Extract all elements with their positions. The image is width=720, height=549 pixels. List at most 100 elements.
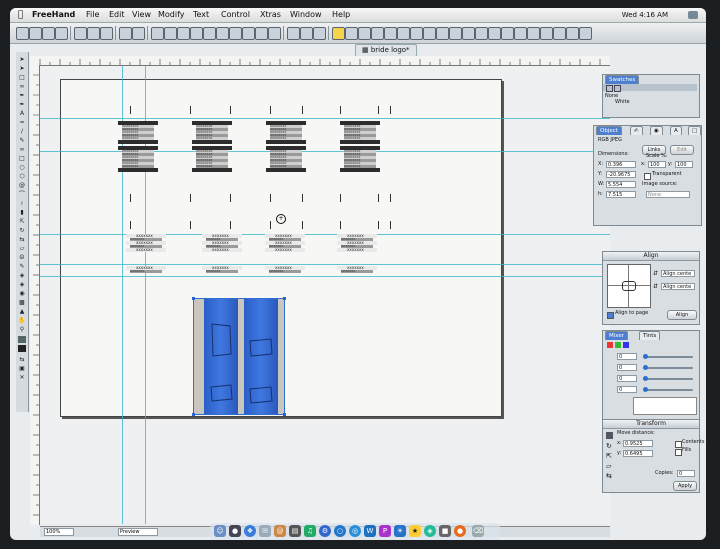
mail-dock-icon[interactable]: ✉ — [259, 525, 271, 537]
black-value-field[interactable]: 0 — [617, 386, 637, 393]
horizontal-ruler[interactable] — [30, 56, 610, 66]
copies-field[interactable]: 0 — [677, 470, 695, 477]
horizontal-align-select[interactable]: Align cente — [661, 270, 695, 277]
swatch-yellow-icon[interactable] — [332, 27, 345, 40]
crop-icon[interactable] — [527, 27, 540, 40]
transform-icon[interactable] — [397, 27, 410, 40]
label-card[interactable]: XXXXXXX XXXXXXX — [126, 266, 166, 273]
rectangle-tool-icon[interactable]: □ — [18, 155, 26, 162]
magenta-value-field[interactable]: 0 — [617, 364, 637, 371]
rgb-mode-icon[interactable] — [615, 342, 621, 348]
selected-photo-image[interactable] — [192, 297, 286, 416]
vertical-align-select[interactable]: Align cente — [661, 283, 695, 290]
skew-tool-icon[interactable]: ▱ — [18, 245, 26, 252]
blend-icon[interactable] — [410, 27, 423, 40]
split-icon[interactable] — [242, 27, 255, 40]
guide-line[interactable] — [40, 276, 610, 277]
fills-checkbox[interactable] — [675, 449, 682, 456]
cyan-slider[interactable] — [643, 354, 693, 359]
lock-icon[interactable] — [255, 27, 268, 40]
redo-icon[interactable] — [132, 27, 145, 40]
stroke-color-icon[interactable] — [18, 336, 26, 343]
tab-swatches[interactable]: Swatches — [605, 75, 640, 84]
move-x-field[interactable]: 0.9525 — [623, 440, 653, 447]
envelope-icon[interactable] — [423, 27, 436, 40]
reflect-tool-icon[interactable]: ⇆ — [18, 236, 26, 243]
sticky-dock-icon[interactable]: ★ — [409, 525, 421, 537]
open-icon[interactable] — [29, 27, 42, 40]
hls-mode-icon[interactable] — [623, 342, 629, 348]
undo-icon[interactable] — [119, 27, 132, 40]
contents-checkbox[interactable] — [675, 441, 682, 448]
guide-line[interactable] — [40, 264, 610, 265]
ical-dock-icon[interactable]: ▤ — [289, 525, 301, 537]
align-right-icon[interactable] — [313, 27, 326, 40]
layers-icon[interactable] — [358, 27, 371, 40]
menu-xtras[interactable]: Xtras — [260, 8, 281, 22]
apple-menu-icon[interactable]:  — [18, 8, 23, 22]
label-card[interactable]: XXXXXXX XXXXXXX XXXXXXX XXXXXXX XXXXXXX — [337, 234, 377, 252]
tab-stroke-icon[interactable]: ✍ — [630, 126, 643, 135]
resize-handle[interactable] — [192, 413, 195, 416]
smudge-tool-icon[interactable]: ▲ — [18, 308, 26, 315]
black-slider[interactable] — [643, 387, 693, 392]
label-card[interactable]: XXXXXXX XXXXXXX — [337, 266, 377, 273]
cut-icon[interactable] — [74, 27, 87, 40]
hand-tool-icon[interactable]: ✋ — [18, 317, 26, 324]
system-prefs-dock-icon[interactable]: ⚙ — [319, 525, 331, 537]
align-left-icon[interactable] — [287, 27, 300, 40]
graphic-hose-icon[interactable]: ◈ — [18, 281, 26, 288]
align-center-icon[interactable] — [300, 27, 313, 40]
trash-dock-icon[interactable]: ⌫ — [472, 525, 484, 537]
scale-tool-icon[interactable]: ⇱ — [18, 218, 26, 225]
transparency-icon[interactable] — [540, 27, 553, 40]
group-icon[interactable] — [177, 27, 190, 40]
zoom-tool-icon[interactable]: ⚲ — [18, 326, 26, 333]
send-back-icon[interactable] — [216, 27, 229, 40]
scale-y-field[interactable]: 100 — [675, 161, 693, 168]
tab-mixer[interactable]: Mixer — [605, 331, 629, 340]
paste-icon[interactable] — [100, 27, 113, 40]
business-card[interactable]: XXXXXXXX XXXXXXXX XXXXXXXX XXXXXXXX XXXXXXXX… — [340, 121, 380, 172]
cyan-value-field[interactable]: 0 — [617, 353, 637, 360]
ichat-dock-icon[interactable]: ○ — [334, 525, 346, 537]
styles-icon[interactable] — [371, 27, 384, 40]
no-color-icon[interactable]: ✕ — [18, 374, 26, 381]
rotate-tool-icon[interactable]: ↻ — [18, 227, 26, 234]
menu-help[interactable]: Help — [332, 8, 350, 22]
business-card[interactable]: XXXXXXXX XXXXXXXX XXXXXXXX XXXXXXXX XXXXXXXX… — [266, 121, 306, 172]
menu-clock[interactable]: Wed 4:16 AM — [622, 8, 668, 22]
vertical-ruler[interactable] — [30, 65, 40, 525]
connector-tool-icon[interactable]: ≀ — [18, 200, 26, 207]
line-tool-icon[interactable]: ∕ — [18, 128, 26, 135]
skew-mode-icon[interactable]: ▱ — [606, 462, 611, 470]
bring-front-icon[interactable] — [203, 27, 216, 40]
network-dock-icon[interactable]: ◎ — [349, 525, 361, 537]
drawing-canvas[interactable]: XXXXXXXX XXXXXXXX XXXXXXXX XXXXXXXX XXXXXXXX… — [40, 66, 610, 524]
yellow-slider[interactable] — [643, 376, 693, 381]
width-field[interactable]: 5.554 — [606, 181, 636, 188]
find-icon[interactable] — [164, 27, 177, 40]
extrude-tool-icon[interactable]: ▩ — [18, 299, 26, 306]
resize-handle[interactable] — [283, 413, 286, 416]
tab-fill-icon[interactable]: ◉ — [650, 126, 663, 135]
yellow-value-field[interactable]: 0 — [617, 375, 637, 382]
menu-window[interactable]: Window — [290, 8, 322, 22]
dashboard-dock-icon[interactable]: ● — [229, 525, 241, 537]
align-preview-box[interactable] — [607, 264, 651, 308]
default-colors-icon[interactable]: ▣ — [18, 365, 26, 372]
color-preview-well[interactable] — [633, 397, 697, 415]
reflect-mode-icon[interactable]: ⇆ — [606, 472, 612, 480]
address-book-dock-icon[interactable]: @ — [274, 525, 286, 537]
import-icon[interactable] — [55, 27, 68, 40]
lens-icon[interactable] — [553, 27, 566, 40]
resize-handle[interactable] — [283, 297, 286, 300]
inspector-icon[interactable] — [345, 27, 358, 40]
spotlight-icon[interactable] — [688, 11, 698, 19]
fill-swatch-icon[interactable] — [606, 85, 613, 92]
new-doc-icon[interactable] — [16, 27, 29, 40]
resize-handle[interactable] — [192, 297, 195, 300]
edit-button[interactable]: Edit — [670, 145, 694, 155]
copy-icon[interactable] — [87, 27, 100, 40]
union-icon[interactable] — [501, 27, 514, 40]
